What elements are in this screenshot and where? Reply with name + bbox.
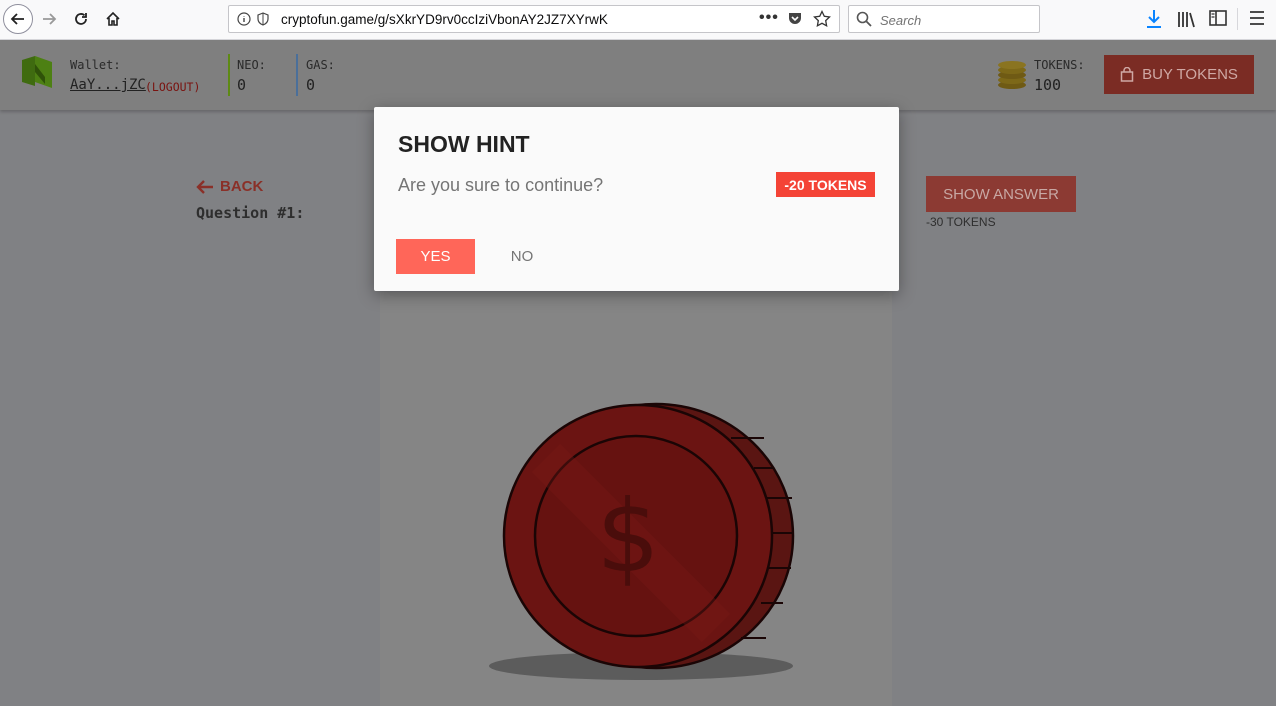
arrow-left-icon [10,13,24,25]
wallet-address-link[interactable]: AaY...jZC [70,77,146,93]
arrow-left-icon [196,179,213,194]
yes-button[interactable]: YES [396,239,475,274]
coin-illustration: $ [489,402,795,680]
modal-title: SHOW HINT [398,131,530,157]
hamburger-menu-icon[interactable] [1249,9,1265,27]
library-icon[interactable] [1177,9,1197,29]
bookmark-star-icon[interactable] [813,10,831,28]
arrow-right-icon [43,13,57,25]
search-icon [856,11,872,27]
shield-icon[interactable] [257,12,269,26]
question-label: Question #1: [196,204,305,222]
back-link[interactable]: BACK [196,178,263,195]
modal-message: Are you sure to continue? [398,175,604,195]
cost-badge-label: -20 TOKENS [784,176,867,193]
url-bar[interactable]: cryptofun.game/g/sXkrYD9rv0ccIziVbonAY2J… [228,5,840,33]
answer-cost-label: -30 TOKENS [926,215,996,229]
tokens-value: 100 [1034,76,1062,94]
browser-forward-button[interactable] [34,4,64,34]
download-icon[interactable] [1145,9,1163,29]
show-answer-button[interactable]: SHOW ANSWER [926,176,1076,212]
gas-divider [296,54,298,96]
gas-label: GAS: [306,58,335,72]
yes-label: YES [420,248,451,265]
cost-badge: -20 TOKENS [776,172,875,197]
gas-value: 0 [306,76,316,94]
tokens-label: TOKENS: [1034,58,1085,72]
browser-back-button[interactable] [3,4,33,34]
info-icon[interactable] [237,12,251,26]
coins-icon [998,61,1026,89]
reload-icon [75,13,87,25]
show-hint-modal: SHOW HINT Are you sure to continue? -20 … [374,107,899,291]
neo-value: 0 [237,76,247,94]
wallet-label: Wallet: [70,58,121,72]
buy-tokens-button[interactable]: BUY TOKENS [1104,55,1254,94]
toolbar-separator [1237,8,1238,30]
neo-divider [228,54,230,96]
back-label: BACK [220,178,264,195]
browser-reload-button[interactable] [66,4,96,34]
sidebar-icon[interactable] [1209,9,1227,27]
browser-toolbar: cryptofun.game/g/sXkrYD9rv0ccIziVbonAY2J… [0,0,1276,40]
url-text[interactable]: cryptofun.game/g/sXkrYD9rv0ccIziVbonAY2J… [281,12,608,27]
neo-logo-icon [22,56,52,88]
app-header: Wallet: AaY...jZC (LOGOUT) NEO: 0 GAS: 0… [0,40,1276,110]
search-input[interactable]: Search [848,5,1040,33]
page-actions-icon[interactable]: ••• [759,9,779,27]
browser-home-button[interactable] [98,4,128,34]
neo-label: NEO: [237,58,266,72]
logout-link[interactable]: (LOGOUT) [145,80,200,94]
home-icon [106,11,120,26]
search-placeholder: Search [880,13,922,28]
dollar-sign-icon: $ [596,478,660,595]
pocket-icon[interactable] [787,11,803,27]
show-answer-label: SHOW ANSWER [943,185,1059,203]
shopping-bag-icon [1120,67,1134,82]
no-button[interactable]: NO [492,239,552,274]
buy-tokens-label: BUY TOKENS [1142,66,1238,83]
no-label: NO [510,248,534,265]
